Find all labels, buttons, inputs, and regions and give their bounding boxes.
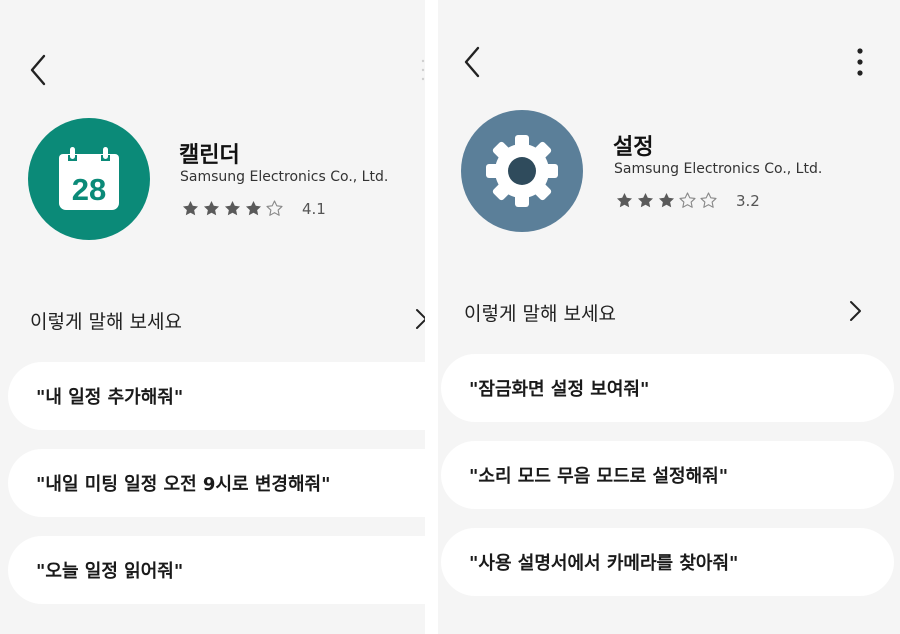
star-empty-icon [679,192,696,208]
publisher-name: Samsung Electronics Co., Ltd. [614,161,823,177]
utterance-card[interactable]: "내일 미팅 일정 오전 9시로 변경해줘" [8,449,425,517]
star-filled-icon [224,200,241,216]
section-more-button[interactable] [412,304,425,334]
utterance-card[interactable]: "사용 설명서에서 카메라를 찾아줘" [441,528,894,596]
more-vertical-icon [857,48,863,76]
calendar-day-number: 28 [72,172,106,207]
section-title: 이렇게 말해 보세요 [464,303,616,325]
section-title: 이렇게 말해 보세요 [30,311,182,333]
settings-app-screen: 설정 Samsung Electronics Co., Ltd. 3.2 이렇게… [438,0,900,634]
star-filled-icon [658,192,675,208]
rating-row: 3.2 [615,191,760,210]
back-button[interactable] [24,50,54,90]
app-name: 캘린더 [179,143,240,168]
utterance-card[interactable]: "오늘 일정 읽어줘" [8,536,425,604]
rating-value: 4.1 [302,199,326,218]
gear-icon [486,135,558,207]
calendar-app-screen: 28 캘린더 Samsung Electronics Co., Ltd. 4.1… [0,0,425,634]
star-filled-icon [637,192,654,208]
calendar-icon: 28 [59,147,119,210]
app-name: 설정 [613,135,654,160]
chevron-right-icon [416,309,425,329]
utterance-card[interactable]: "내 일정 추가해줘" [8,362,425,430]
back-arrow-icon [464,46,480,78]
settings-app-icon [461,110,583,232]
section-more-button[interactable] [846,296,864,326]
star-filled-icon [245,200,262,216]
utterance-card[interactable]: "잠금화면 설정 보여줘" [441,354,894,422]
star-filled-icon [203,200,220,216]
back-arrow-icon [30,54,46,86]
star-empty-icon [700,192,717,208]
star-rating [181,199,284,218]
star-filled-icon [616,192,633,208]
chevron-right-icon [850,301,861,321]
publisher-name: Samsung Electronics Co., Ltd. [180,169,389,185]
calendar-app-icon: 28 [28,118,150,240]
star-rating [615,191,718,210]
star-filled-icon [182,200,199,216]
utterance-card[interactable]: "소리 모드 무음 모드로 설정해줘" [441,441,894,509]
more-options-icon-partial [418,58,425,82]
back-button[interactable] [458,42,488,82]
more-options-button[interactable] [850,45,870,79]
rating-row: 4.1 [181,199,326,218]
star-empty-icon [266,200,283,216]
rating-value: 3.2 [736,191,760,210]
